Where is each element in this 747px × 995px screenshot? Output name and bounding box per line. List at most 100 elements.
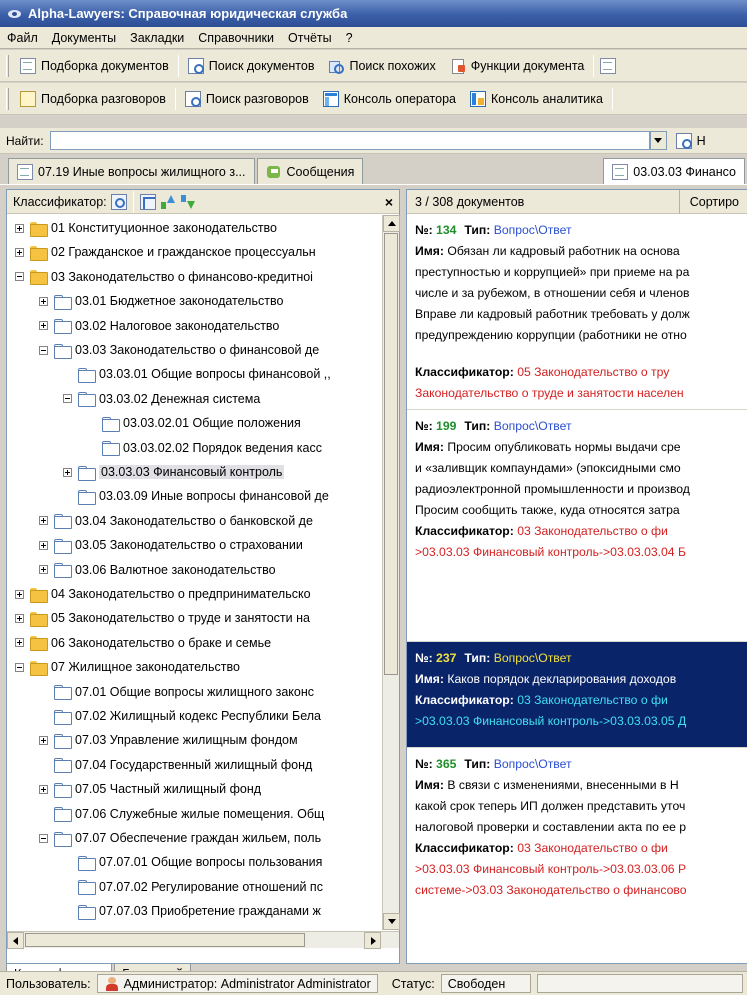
expand-icon[interactable] xyxy=(39,565,48,575)
menu-documents[interactable]: Документы xyxy=(45,31,123,45)
result-card[interactable]: №: 237 Тип: Вопрос\Ответ Имя: Каков порядо… xyxy=(407,642,747,748)
tree-item[interactable]: 07.07.02 Регулирование отношений пс xyxy=(63,876,323,898)
document-selection-button[interactable]: Подборка документов xyxy=(13,53,176,79)
expand-icon[interactable] xyxy=(39,784,48,794)
classifier-search-icon[interactable] xyxy=(110,193,127,210)
scroll-right-icon[interactable] xyxy=(364,932,381,949)
menu-help[interactable]: ? xyxy=(339,31,360,45)
tree-item[interactable]: 07.07.03 Приобретение гражданами ж xyxy=(63,900,321,922)
result-classifier[interactable]: 03 Законодательство о фи xyxy=(517,841,668,855)
tree-item[interactable]: 03.03.09 Иные вопросы финансовой де xyxy=(63,485,329,507)
result-classifier-line[interactable]: >03.03.03 Финансовый контроль->03.03.03.… xyxy=(415,711,740,732)
menu-file[interactable]: Файл xyxy=(0,31,45,45)
collapse-icon[interactable] xyxy=(39,345,48,355)
search-conversations-button[interactable]: Поиск разговоров xyxy=(178,86,316,112)
menu-directories[interactable]: Справочники xyxy=(191,31,281,45)
tree-item[interactable]: 02 Гражданское и гражданское процессуаль… xyxy=(15,241,316,263)
find-next-button[interactable]: Н xyxy=(669,128,713,154)
collapse-icon[interactable] xyxy=(15,272,24,282)
tree-item[interactable]: 07.03 Управление жилищным фондом xyxy=(39,729,298,751)
tree-item[interactable]: 03.03.03 Финансовый контроль xyxy=(63,461,285,483)
classifier-expand-icon[interactable] xyxy=(139,193,156,210)
sort-button[interactable]: Сортиро xyxy=(678,190,739,214)
tree-item[interactable]: 03.03.02.01 Общие положения xyxy=(87,412,301,434)
sort-descending-icon[interactable] xyxy=(180,194,196,210)
tree-item[interactable]: 07.05 Частный жилищный фонд xyxy=(39,778,261,800)
tree-item[interactable]: 06 Законодательство о браке и семье xyxy=(15,632,271,654)
tree-item[interactable]: 07.07 Обеспечение граждан жильем, поль xyxy=(39,827,321,849)
expand-icon[interactable] xyxy=(15,247,24,257)
scroll-down-icon[interactable] xyxy=(383,913,400,930)
tree-item[interactable]: 07.01 Общие вопросы жилищного законс xyxy=(39,681,314,703)
scroll-thumb[interactable] xyxy=(25,933,305,947)
operator-console-button[interactable]: Консоль оператора xyxy=(316,86,463,112)
tree-horizontal-scrollbar[interactable] xyxy=(7,931,399,949)
toolbar-grip[interactable] xyxy=(6,87,9,110)
tab-messages[interactable]: Сообщения xyxy=(256,158,364,184)
result-card[interactable]: №: 365 Тип: Вопрос\Ответ Имя: В связи с из… xyxy=(407,748,747,963)
expand-icon[interactable] xyxy=(15,638,24,648)
result-classifier[interactable]: 03 Законодательство о фи xyxy=(517,524,668,538)
tab-financial-control[interactable]: 03.03.03 Финансо xyxy=(603,158,745,184)
expand-icon[interactable] xyxy=(15,589,24,599)
collapse-icon[interactable] xyxy=(15,662,24,672)
tree-vertical-scrollbar[interactable] xyxy=(382,215,400,930)
tree-item[interactable]: 07.06 Служебные жилые помещения. Общ xyxy=(39,803,324,825)
menu-reports[interactable]: Отчёты xyxy=(281,31,339,45)
analyst-console-button[interactable]: Консоль аналитика xyxy=(463,86,610,112)
document-functions-button[interactable]: Функции документа xyxy=(443,53,592,79)
tree-item[interactable]: 03.02 Налоговое законодательство xyxy=(39,315,279,337)
tree-item[interactable]: 03.05 Законодательство о страховании xyxy=(39,534,303,556)
tab-housing-other[interactable]: 07.19 Иные вопросы жилищного з... xyxy=(8,158,255,184)
tree-item[interactable]: 03.04 Законодательство о банковской де xyxy=(39,510,313,532)
tree-item[interactable]: 07.04 Государственный жилищный фонд xyxy=(39,754,312,776)
expand-icon[interactable] xyxy=(39,296,48,306)
result-classifier-line[interactable]: >03.03.03 Финансовый контроль->03.03.03.… xyxy=(415,859,740,880)
search-documents-button[interactable]: Поиск документов xyxy=(181,53,322,79)
result-classifier[interactable]: 03 Законодательство о фи xyxy=(517,693,668,707)
tree-item[interactable]: 05 Законодательство о труде и занятости … xyxy=(15,607,310,629)
sort-ascending-icon[interactable] xyxy=(160,194,176,210)
expand-icon[interactable] xyxy=(39,321,48,331)
scroll-thumb[interactable] xyxy=(384,233,398,675)
folder-icon xyxy=(54,685,72,701)
tree-item[interactable]: 03.03.02.02 Порядок ведения касс xyxy=(87,437,322,459)
tree-item[interactable]: 03.01 Бюджетное законодательство xyxy=(39,290,283,312)
scroll-up-icon[interactable] xyxy=(383,215,400,232)
find-dropdown-button[interactable] xyxy=(649,131,667,150)
expand-icon[interactable] xyxy=(39,516,48,526)
close-icon[interactable]: × xyxy=(385,194,393,210)
find-similar-button[interactable]: Поиск похожих xyxy=(321,53,442,79)
toolbar-grip[interactable] xyxy=(6,54,9,77)
tree-item[interactable]: 03.06 Валютное законодательство xyxy=(39,559,276,581)
tree-item[interactable]: 07 Жилищное законодательство xyxy=(15,656,240,678)
num-label: №: xyxy=(415,651,433,665)
scroll-left-icon[interactable] xyxy=(7,932,24,949)
result-classifier-line[interactable]: Законодательство о труде и занятости нас… xyxy=(415,383,740,404)
expand-icon[interactable] xyxy=(39,540,48,550)
tree-item[interactable]: 03.03 Законодательство о финансовой де xyxy=(39,339,319,361)
collapse-icon[interactable] xyxy=(39,833,48,843)
folder-icon xyxy=(54,563,72,579)
expand-icon[interactable] xyxy=(15,223,24,233)
find-input[interactable] xyxy=(49,131,650,150)
expand-icon[interactable] xyxy=(63,467,72,477)
result-card[interactable]: №: 134 Тип: Вопрос\Ответ Имя: Обязан ли ка… xyxy=(407,214,747,410)
tree-item[interactable]: 03.03.01 Общие вопросы финансовой ,, xyxy=(63,363,331,385)
result-classifier[interactable]: 05 Законодательство о тру xyxy=(517,365,669,379)
result-card[interactable]: №: 199 Тип: Вопрос\Ответ Имя: Просим опубл… xyxy=(407,410,747,642)
result-classifier-line[interactable]: >03.03.03 Финансовый контроль->03.03.03.… xyxy=(415,542,740,563)
conversation-selection-button[interactable]: Подборка разговоров xyxy=(13,86,173,112)
expand-icon[interactable] xyxy=(39,735,48,745)
tree-item[interactable]: 07.07.01 Общие вопросы пользования xyxy=(63,851,322,873)
tree-item[interactable]: 03 Законодательство о финансово-кредитно… xyxy=(15,266,313,288)
result-classifier-line[interactable]: системе->03.03 Законодательство о финанс… xyxy=(415,880,740,901)
more-tools-icon[interactable] xyxy=(600,57,617,74)
tree-item[interactable]: 04 Законодательство о предпринимательско xyxy=(15,583,311,605)
tree-item[interactable]: 03.03.02 Денежная система xyxy=(63,388,260,410)
menu-bookmarks[interactable]: Закладки xyxy=(123,31,191,45)
tree-item[interactable]: 01 Конституционное законодательство xyxy=(15,217,277,239)
expand-icon[interactable] xyxy=(15,613,24,623)
collapse-icon[interactable] xyxy=(63,394,72,404)
tree-item[interactable]: 07.02 Жилищный кодекс Республики Бела xyxy=(39,705,321,727)
